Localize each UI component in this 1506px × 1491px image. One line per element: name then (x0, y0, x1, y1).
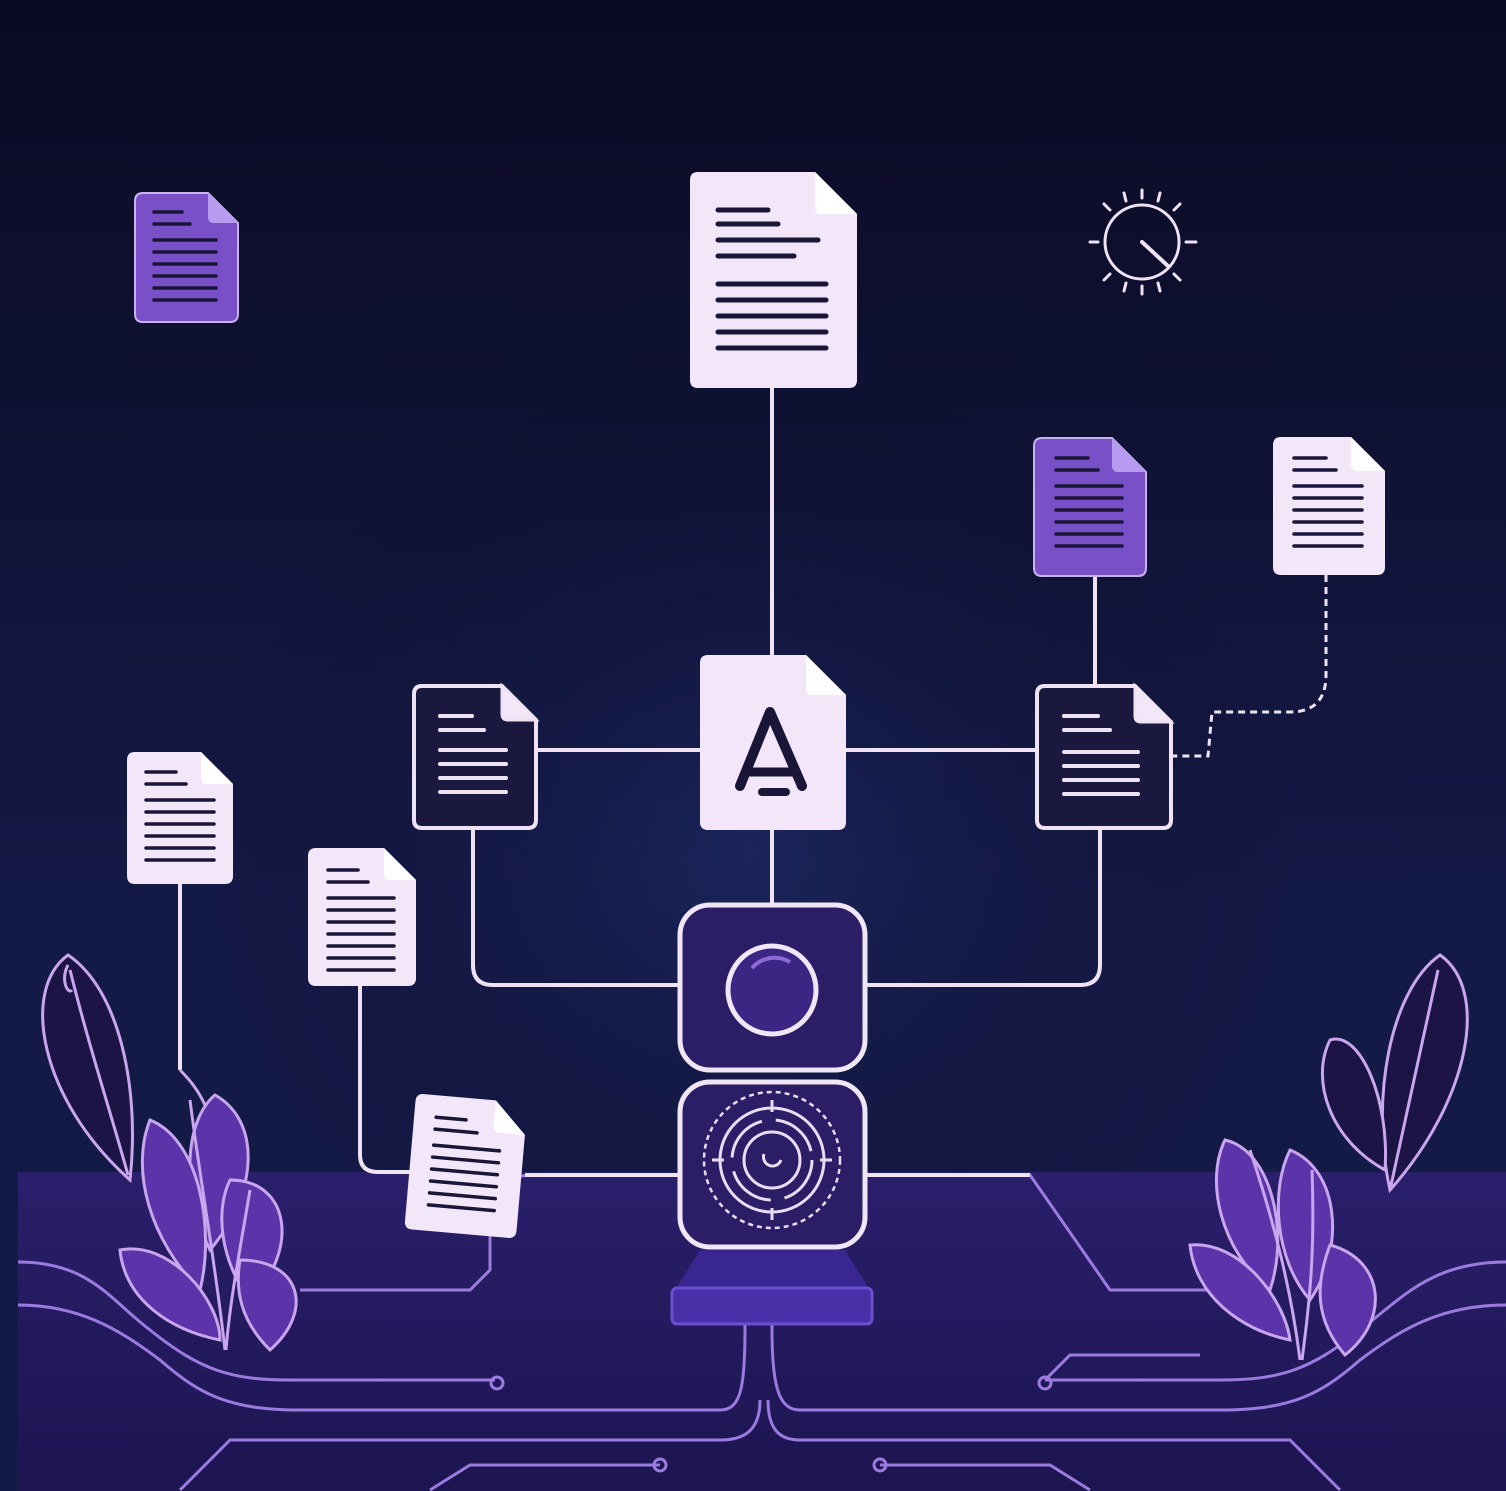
diagram-canvas (0, 0, 1506, 1491)
top-left-purple-document (134, 192, 239, 323)
left-document (412, 682, 540, 830)
upper-right-purple-document (1033, 437, 1147, 577)
right-document (1035, 682, 1175, 830)
far-left-document (127, 752, 233, 884)
top-document (690, 172, 857, 388)
illustration (0, 0, 1506, 1491)
far-right-document (1273, 437, 1385, 575)
clock-icon (1088, 188, 1198, 296)
device-base (670, 1250, 874, 1326)
center-hub (700, 655, 846, 830)
sensor-module (677, 1079, 868, 1250)
camera-module (677, 902, 868, 1073)
mid-left-document (308, 848, 416, 986)
